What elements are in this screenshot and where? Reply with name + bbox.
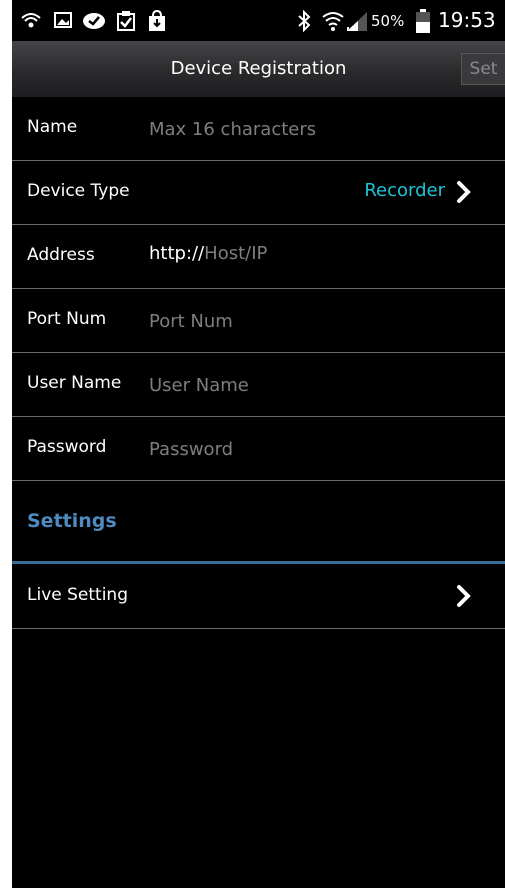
shopping-bag-icon <box>147 9 167 36</box>
wifi-call-icon <box>20 10 42 34</box>
port-input[interactable] <box>149 307 493 335</box>
user-name-row: User Name <box>12 353 505 417</box>
password-row: Password <box>12 417 505 481</box>
live-setting-label: Live Setting <box>27 585 128 605</box>
set-button[interactable]: Set <box>461 53 505 85</box>
title-bar: Device Registration Set <box>12 41 505 97</box>
image-icon <box>53 10 73 34</box>
user-name-input[interactable] <box>149 371 493 399</box>
port-label: Port Num <box>27 309 107 329</box>
device-type-value: Recorder <box>364 180 445 201</box>
address-row: Address http:// <box>12 225 505 289</box>
password-input[interactable] <box>149 435 493 463</box>
battery-percent: 50% <box>371 12 405 30</box>
clock-time: 19:53 <box>438 8 496 32</box>
live-setting-row[interactable]: Live Setting <box>12 565 505 629</box>
address-label: Address <box>27 245 95 265</box>
address-prefix: http:// <box>149 243 205 264</box>
clipboard-check-icon <box>115 10 137 36</box>
name-row: Name <box>12 97 505 161</box>
name-input[interactable] <box>149 115 493 143</box>
settings-title: Settings <box>27 510 117 532</box>
checkmark-cloud-icon <box>82 10 106 34</box>
signal-icon <box>346 10 368 36</box>
name-label: Name <box>27 117 78 137</box>
chevron-right-icon <box>453 177 475 207</box>
device-type-label: Device Type <box>27 181 130 201</box>
battery-icon <box>416 9 430 37</box>
address-field: http:// <box>149 243 493 271</box>
port-row: Port Num <box>12 289 505 353</box>
password-label: Password <box>27 437 107 457</box>
page-title: Device Registration <box>170 58 347 79</box>
bluetooth-icon <box>296 9 312 36</box>
address-input[interactable] <box>204 243 455 264</box>
chevron-right-icon <box>453 581 475 611</box>
settings-section-header: Settings <box>12 482 505 564</box>
app-screen: 50% 19:53 Device Registration Set Name D… <box>12 0 505 888</box>
user-name-label: User Name <box>27 373 122 393</box>
device-type-row[interactable]: Device Type Recorder <box>12 161 505 225</box>
wifi-icon <box>322 10 344 36</box>
status-bar: 50% 19:53 <box>12 0 505 41</box>
